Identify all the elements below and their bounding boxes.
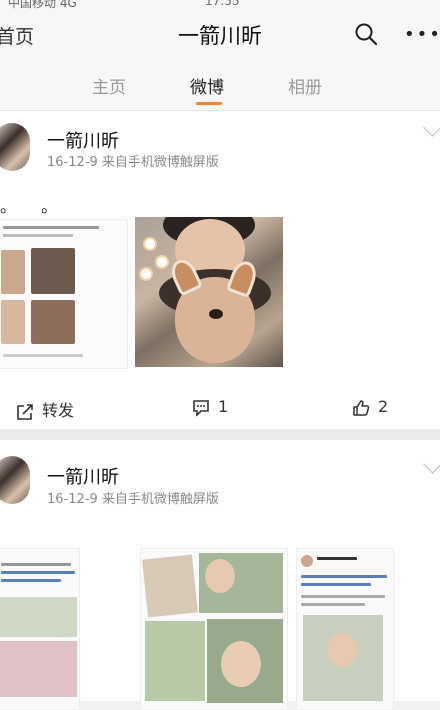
avatar[interactable]	[0, 456, 30, 504]
search-icon[interactable]	[354, 22, 378, 46]
post-action-bar: 转发 1 2	[0, 391, 440, 427]
like-count: 2	[378, 397, 389, 416]
post-image-collage[interactable]	[140, 548, 288, 710]
post-author-name[interactable]: 一箭川昕	[47, 463, 119, 489]
clock: 17:55	[205, 0, 240, 8]
share-icon	[17, 403, 33, 420]
post-card[interactable]: 一箭川昕 16-12-9 来自手机微博触屏版	[0, 440, 440, 710]
comment-icon	[193, 399, 209, 417]
chevron-down-icon[interactable]	[423, 455, 440, 474]
post-meta: 16-12-9 来自手机微博触屏版	[47, 155, 219, 170]
repost-button[interactable]: 转发	[16, 397, 74, 421]
comment-count: 1	[218, 397, 229, 416]
post-divider	[0, 429, 440, 440]
profile-tabs: 主页 微博 相册	[0, 58, 440, 111]
carrier-label: 中国移动 4G	[8, 0, 77, 10]
tab-album[interactable]: 相册	[288, 73, 322, 98]
like-button[interactable]: 2	[352, 397, 388, 417]
tab-weibo[interactable]: 微博	[190, 73, 224, 98]
post-text: 。 。	[0, 197, 68, 216]
comment-button[interactable]: 1	[192, 397, 228, 417]
thumbs-up-icon	[353, 399, 370, 416]
post-image-screenshot[interactable]	[0, 548, 80, 710]
repost-label: 转发	[42, 401, 75, 420]
post-image-selfie[interactable]	[135, 217, 283, 367]
more-options-icon[interactable]: •••	[404, 24, 440, 45]
post-meta: 16-12-9 来自手机微博触屏版	[47, 492, 219, 507]
status-bar: 中国移动 4G 17:55	[0, 0, 440, 10]
post-image-screenshot[interactable]	[0, 219, 128, 369]
post-image-screenshot[interactable]	[296, 548, 394, 710]
chevron-down-icon[interactable]	[423, 118, 440, 137]
post-card[interactable]: 一箭川昕 16-12-9 来自手机微博触屏版 。 。 转发 1 2	[0, 111, 440, 429]
avatar[interactable]	[0, 123, 30, 171]
post-author-name[interactable]: 一箭川昕	[47, 127, 119, 153]
tab-home[interactable]: 主页	[92, 73, 126, 98]
top-navigation-bar: 首页 一箭川昕 •••	[0, 10, 440, 58]
active-tab-indicator	[196, 102, 222, 105]
